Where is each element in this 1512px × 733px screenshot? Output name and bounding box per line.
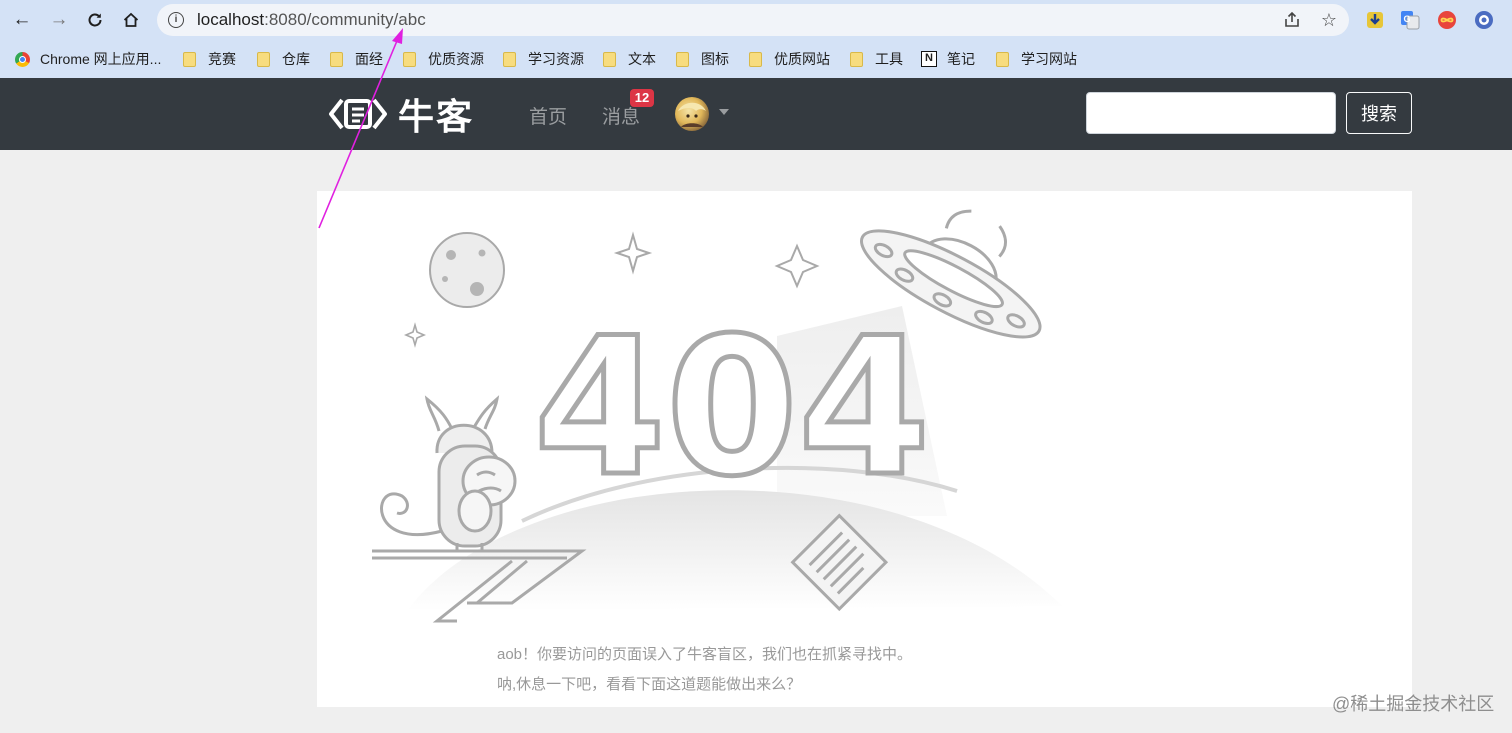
site-logo[interactable]: 牛客 <box>328 92 474 137</box>
bookmark-label: 优质资源 <box>428 51 484 67</box>
bookmark-label: 学习资源 <box>528 51 584 67</box>
logo-text: 牛客 <box>398 96 475 137</box>
bookmark-label: Chrome 网上应用... <box>40 51 162 67</box>
search-input[interactable] <box>1086 92 1336 134</box>
bookmark-folder[interactable]: 图标 <box>676 49 729 69</box>
back-icon[interactable]: ← <box>8 6 36 34</box>
infinity-extension-icon[interactable] <box>1437 10 1457 30</box>
bookmark-folder[interactable]: 仓库 <box>257 49 310 69</box>
bookmark-folder[interactable]: 竞赛 <box>183 49 236 69</box>
chrome-icon <box>15 51 30 67</box>
bookmark-folder[interactable]: 工具 <box>850 49 903 69</box>
reload-icon[interactable] <box>81 6 109 34</box>
sparkle-icon <box>613 231 653 275</box>
viking-monkey-icon <box>380 395 517 553</box>
folder-icon <box>330 51 343 67</box>
url-host: localhost <box>197 10 265 29</box>
search-button[interactable]: 搜索 <box>1346 92 1412 134</box>
bookmark-star-icon[interactable]: ☆ <box>1319 10 1339 30</box>
forward-icon[interactable]: → <box>45 6 73 34</box>
folder-icon <box>257 51 270 67</box>
sparkle-icon <box>403 322 427 348</box>
message-count-badge: 12 <box>630 89 654 107</box>
bookmark-label: 学习网站 <box>1021 51 1077 67</box>
bookmark-folder[interactable]: 学习网站 <box>996 49 1077 69</box>
error-code: 404 <box>534 297 931 518</box>
folder-icon <box>749 51 762 67</box>
address-bar[interactable]: i localhost:8080/community/abc ☆ <box>157 4 1349 36</box>
browser-toolbar: ← → i localhost:8080/community/abc ☆ G <box>0 0 1512 40</box>
bookmark-label: 优质网站 <box>774 51 830 67</box>
folder-icon <box>850 51 863 67</box>
url-text[interactable]: localhost:8080/community/abc <box>197 10 426 30</box>
folder-icon <box>603 51 616 67</box>
folder-icon <box>996 51 1009 67</box>
site-info-icon[interactable]: i <box>168 12 184 28</box>
bookmark-label: 竞赛 <box>208 51 236 67</box>
notion-icon: N <box>921 51 937 67</box>
bookmark-folder[interactable]: 文本 <box>603 49 656 69</box>
bookmark-chrome-store[interactable]: Chrome 网上应用... <box>15 49 161 69</box>
browser-extension-icon[interactable] <box>1474 10 1494 30</box>
sparkle-icon <box>774 243 820 289</box>
user-avatar[interactable] <box>675 97 709 131</box>
bookmark-folder[interactable]: 优质资源 <box>403 49 484 69</box>
bookmark-folder[interactable]: 优质网站 <box>749 49 830 69</box>
translate-extension-icon[interactable]: G <box>1400 10 1420 30</box>
bookmark-label: 图标 <box>701 51 729 67</box>
share-icon[interactable] <box>1282 10 1302 30</box>
folder-icon <box>183 51 196 67</box>
moon-icon <box>429 232 505 308</box>
bookmark-label: 面经 <box>355 51 383 67</box>
folder-icon <box>503 51 516 67</box>
folder-icon <box>403 51 416 67</box>
logo-mark-icon <box>329 98 387 130</box>
home-icon[interactable] <box>117 6 145 34</box>
bookmark-folder[interactable]: 学习资源 <box>503 49 584 69</box>
error-message-line2: 呐,休息一下吧，看看下面这道题能做出来么？ <box>497 676 802 693</box>
bookmarks-bar: Chrome 网上应用... 竞赛 仓库 面经 优质资源 学习资源 文本 图标 … <box>0 40 1512 78</box>
404-illustration: 404 <box>372 209 1062 623</box>
bookmark-label: 笔记 <box>947 51 975 67</box>
folder-icon <box>676 51 689 67</box>
bookmark-label: 文本 <box>628 51 656 67</box>
bookmark-notion[interactable]: N 笔记 <box>921 49 975 69</box>
error-card: 404 aob！你要访问的页面误入了牛客盲区，我们也在抓紧寻找中。 呐,休息一下… <box>317 191 1412 707</box>
download-extension-icon[interactable] <box>1365 10 1385 30</box>
url-path: :8080/community/abc <box>264 10 426 29</box>
user-menu-caret-icon[interactable] <box>719 109 729 115</box>
svg-text:G: G <box>1404 14 1411 24</box>
error-message-line1: aob！你要访问的页面误入了牛客盲区，我们也在抓紧寻找中。 <box>497 646 913 663</box>
nav-home-link[interactable]: 首页 <box>529 102 567 129</box>
bookmark-label: 工具 <box>875 51 903 67</box>
bookmark-label: 仓库 <box>282 51 310 67</box>
watermark-text: @稀土掘金技术社区 <box>1332 694 1495 714</box>
bookmark-folder[interactable]: 面经 <box>330 49 383 69</box>
